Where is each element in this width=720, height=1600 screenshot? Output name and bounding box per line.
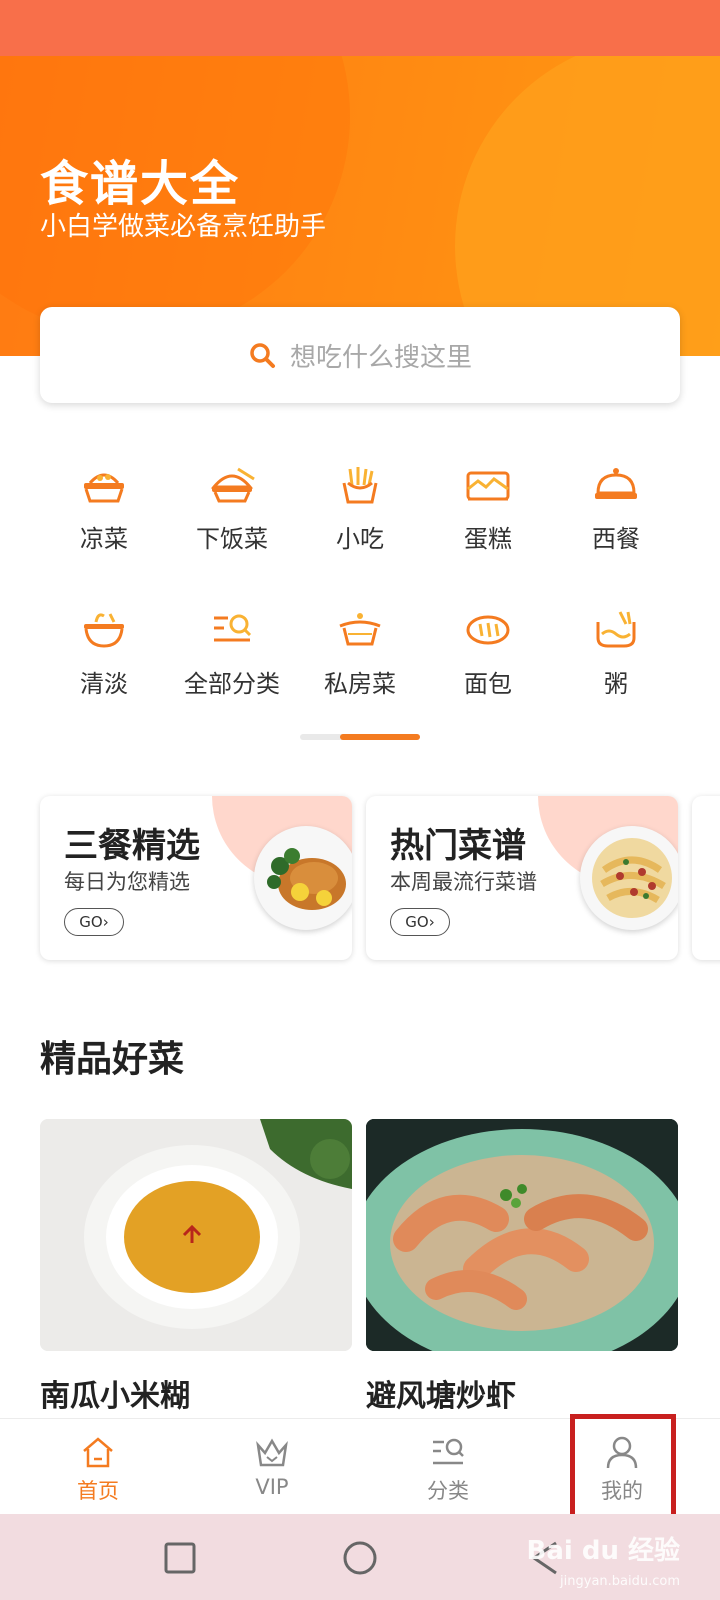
category-item-bread[interactable]: 面包 [424,610,552,699]
search-placeholder: 想吃什么搜这里 [289,342,472,373]
home-circle-icon[interactable] [342,1540,378,1576]
category-item-porridge[interactable]: 粥 [552,610,680,699]
highlight-box [570,1414,676,1522]
dish-card[interactable]: 避风塘炒虾 [366,1119,678,1415]
dish-card[interactable]: 南瓜小米糊 [40,1119,352,1415]
promo-card-next[interactable] [692,796,720,960]
rice-dish-icon [210,467,255,503]
tab-category[interactable]: 分类 [378,1419,518,1515]
promo-dish-image [580,826,678,930]
category-label: 西餐 [592,525,640,553]
promo-title: 三餐精选 [64,826,200,866]
go-button[interactable]: GO› [390,908,450,936]
light-bowl-icon [84,613,124,648]
promo-subtitle: 每日为您精选 [64,870,190,894]
tab-label: 分类 [427,1479,469,1503]
category-label: 粥 [604,670,628,698]
tab-label: 首页 [77,1479,119,1503]
system-navigation-bar: Bai du 经验 jingyan.baidu.com [0,1514,720,1600]
category-item-snack[interactable]: 小吃 [296,465,424,554]
tab-vip[interactable]: VIP [202,1419,342,1515]
porridge-icon [596,611,636,648]
category-item-cake[interactable]: 蛋糕 [424,465,552,554]
bread-icon [466,615,510,645]
category-item-all[interactable]: 全部分类 [168,610,296,699]
category-label: 小吃 [336,525,384,553]
home-icon [83,1437,113,1468]
category-item-private[interactable]: 私房菜 [296,610,424,699]
dish-name: 南瓜小米糊 [40,1379,190,1414]
go-button[interactable]: GO› [64,908,124,936]
app-title: 食谱大全 [40,156,241,212]
category-label: 全部分类 [184,670,280,698]
search-bar[interactable]: 想吃什么搜这里 [40,307,680,403]
app-subtitle: 小白学做菜必备烹饪助手 [40,212,327,242]
category-label: 清淡 [80,670,128,698]
category-label: 凉菜 [80,525,128,553]
watermark-logo: Bai du 经验 [526,1536,681,1566]
category-label: 下饭菜 [196,525,268,553]
category-label: 面包 [464,670,512,698]
cloche-icon [595,468,637,499]
dish-image [366,1119,678,1351]
watermark-url: jingyan.baidu.com [560,1574,680,1589]
category-list-icon [214,614,252,642]
page-indicator-thumb [340,734,420,740]
promo-card-popular[interactable]: 热门菜谱 本周最流行菜谱 GO› [366,796,678,960]
tab-home[interactable]: 首页 [28,1419,168,1515]
category-item-western[interactable]: 西餐 [552,465,680,554]
promo-dish-image [254,826,352,930]
search-icon [250,343,275,368]
section-title: 精品好菜 [40,1039,185,1080]
recent-apps-icon[interactable] [164,1542,196,1574]
dish-name: 避风塘炒虾 [366,1379,516,1414]
cake-icon [466,471,510,501]
dish-image [40,1119,352,1351]
category-item-cold-dish[interactable]: 凉菜 [40,465,168,554]
category-label: 蛋糕 [464,525,512,553]
promo-title: 热门菜谱 [390,826,526,866]
pot-icon [339,613,381,646]
category-item-light[interactable]: 清淡 [40,610,168,699]
cold-dish-icon [84,473,124,503]
fries-snack-icon [342,467,378,504]
crown-icon [256,1438,288,1467]
tab-label: VIP [255,1475,289,1499]
promo-card-meals[interactable]: 三餐精选 每日为您精选 GO› [40,796,352,960]
promo-subtitle: 本周最流行菜谱 [390,870,537,894]
category-item-rice-dish[interactable]: 下饭菜 [168,465,296,554]
category-label: 私房菜 [324,670,396,698]
category-list-icon [433,1438,464,1465]
status-bar [0,0,720,56]
